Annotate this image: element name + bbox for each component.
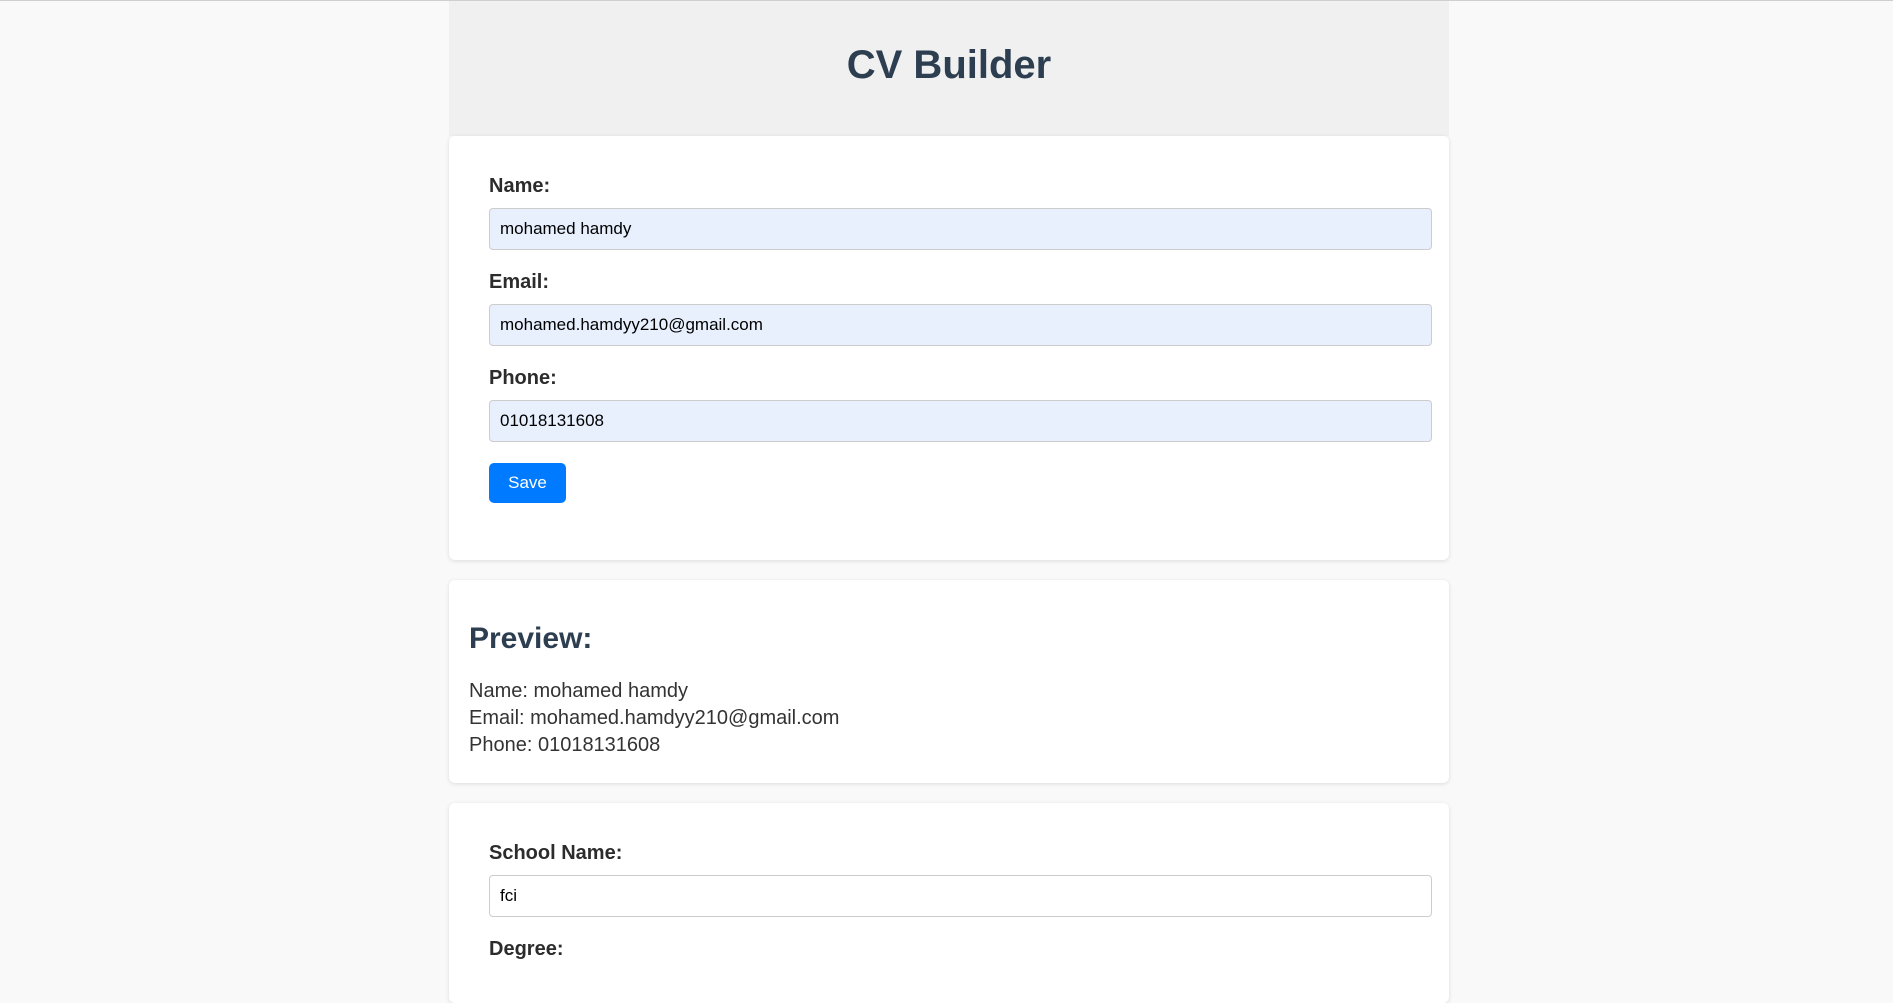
- school-name-label: School Name:: [489, 842, 623, 864]
- cv-builder-app: CV Builder Name: mohamed hamdy Email: mo…: [449, 1, 1449, 1003]
- save-button[interactable]: Save: [489, 463, 566, 503]
- name-input-value: mohamed hamdy: [500, 219, 632, 238]
- page-title: CV Builder: [846, 43, 1052, 87]
- preview-title: Preview:: [469, 622, 593, 655]
- school-name-input[interactable]: fci: [489, 875, 1432, 917]
- name-input[interactable]: mohamed hamdy: [489, 208, 1432, 250]
- education-form: School Name: fci Degree:: [449, 803, 1449, 1003]
- school-name-input-value: fci: [500, 886, 517, 905]
- degree-label: Degree:: [489, 938, 564, 960]
- name-label: Name:: [489, 175, 551, 197]
- preview-name: Name: mohamed hamdy: [469, 680, 688, 702]
- phone-input-value: 01018131608: [500, 411, 605, 430]
- phone-input[interactable]: 01018131608: [489, 400, 1432, 442]
- email-input[interactable]: mohamed.hamdyy210@gmail.com: [489, 304, 1432, 346]
- preview-phone: Phone: 01018131608: [469, 734, 661, 756]
- phone-label: Phone:: [489, 367, 557, 389]
- preview-card: Preview: Name: mohamed hamdy Email: moha…: [449, 580, 1449, 783]
- page-header: CV Builder: [449, 1, 1449, 136]
- personal-info-form: Name: mohamed hamdy Email: mohamed.hamdy…: [449, 136, 1449, 560]
- email-input-value: mohamed.hamdyy210@gmail.com: [500, 315, 763, 334]
- email-label: Email:: [489, 271, 550, 293]
- preview-email: Email: mohamed.hamdyy210@gmail.com: [469, 707, 840, 729]
